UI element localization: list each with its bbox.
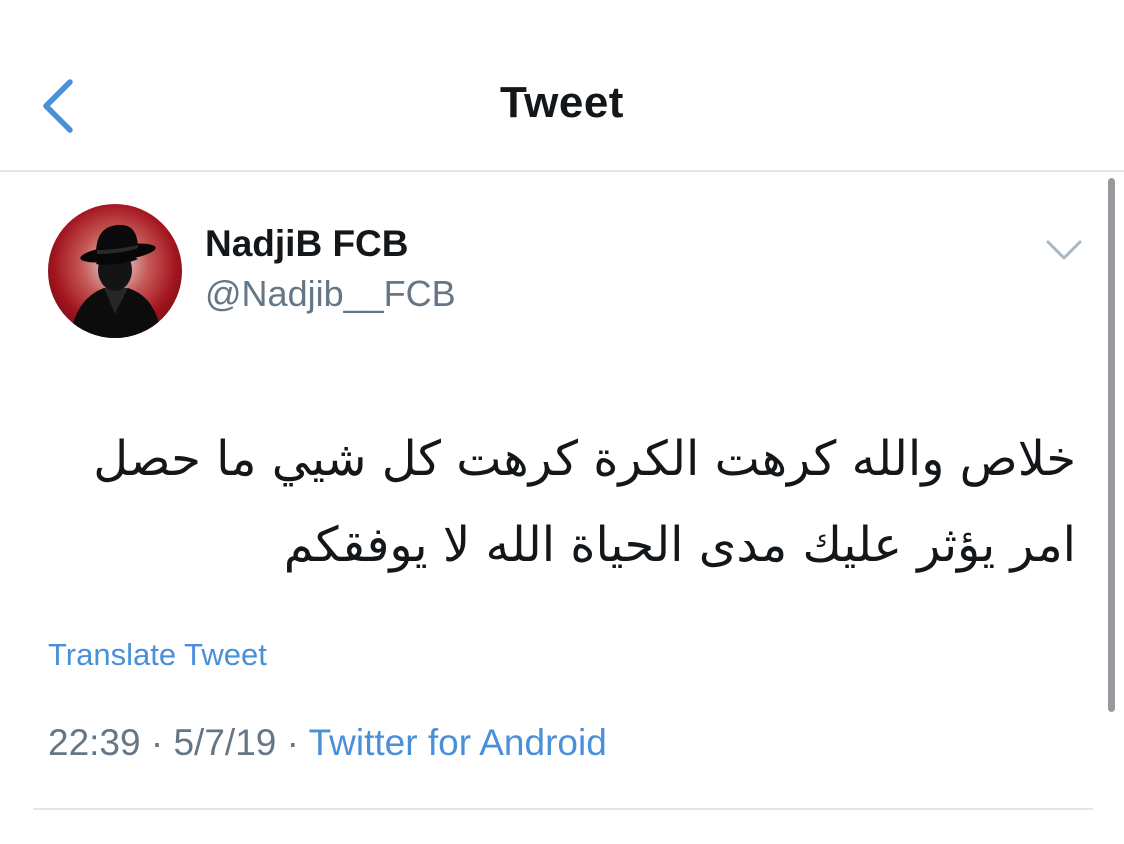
page-title: Tweet (500, 78, 624, 127)
chevron-down-icon (1046, 240, 1082, 260)
tweet-text-line: امر يؤثر عليك مدى الحياة الله لا يوفقكم (283, 517, 1076, 573)
navigation-bar: Tweet (0, 0, 1124, 172)
author-handle[interactable]: @Nadjib__FCB (205, 273, 456, 315)
tweet-source-link[interactable]: Twitter for Android (309, 722, 607, 763)
detective-silhouette-avatar (48, 204, 182, 338)
translate-tweet-link[interactable]: Translate Tweet (48, 637, 267, 673)
scrollbar[interactable] (1108, 178, 1115, 712)
tweet-text-line: خلاص والله كرهت الكرة كرهت كل شيي ما حصل (93, 431, 1076, 487)
avatar[interactable] (48, 204, 182, 338)
tweet-time: 22:39 (48, 722, 141, 763)
tweet-menu-button[interactable] (1042, 232, 1086, 268)
tweet-metadata: 22:39 · 5/7/19 · Twitter for Android (48, 722, 607, 764)
author-name[interactable]: NadjiB FCB (205, 223, 409, 265)
separator-dot: · (150, 722, 164, 763)
tweet-text: خلاص والله كرهت الكرة كرهت كل شيي ما حصل… (56, 416, 1076, 588)
divider (33, 808, 1093, 810)
tweet-date: 5/7/19 (173, 722, 277, 763)
separator-dot: · (286, 722, 299, 763)
